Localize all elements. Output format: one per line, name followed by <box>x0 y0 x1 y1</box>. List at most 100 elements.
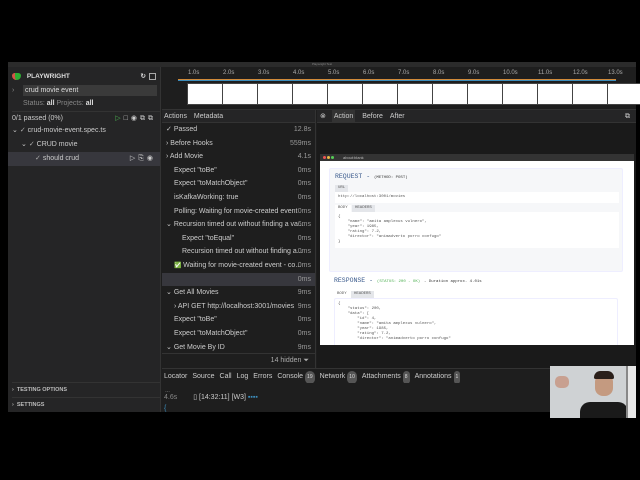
status-filter[interactable]: all <box>47 100 55 107</box>
response-body: { "status": 200, "data": [ "id": 4, "nam… <box>334 298 618 345</box>
tab-label: Network <box>319 373 346 380</box>
request-headers-tab[interactable]: HEADERS <box>352 205 375 212</box>
watch-icon[interactable]: ◉ <box>131 115 140 122</box>
response-body-tab[interactable]: BODY <box>334 291 350 298</box>
window-title: Playwright Test <box>311 62 333 66</box>
timeline-tick: 2.0s <box>223 70 235 76</box>
tab-call[interactable]: Call <box>220 370 232 383</box>
tab-action[interactable]: Action <box>331 110 356 122</box>
filmstrip-frame[interactable] <box>572 83 610 105</box>
action-label: Waiting for movie-created event - co... <box>183 262 302 269</box>
console-message: [14:32:11] [W3] <box>199 394 246 401</box>
url-tab[interactable]: URL <box>335 185 349 192</box>
action-duration: 0ms <box>297 330 311 337</box>
action-row[interactable]: Polling: Waiting for movie-created event… <box>162 205 315 219</box>
open-snapshot-icon[interactable]: ⧉ <box>625 110 630 122</box>
action-row[interactable]: › Add Movie 4.1s <box>162 150 315 164</box>
expand-filter-icon[interactable]: › <box>12 87 14 94</box>
action-label: Expect "toEqual" <box>182 234 235 242</box>
action-row[interactable]: ✅ Waiting for movie-created event - co..… <box>162 259 315 273</box>
action-row[interactable]: isKafkaWorking: true 0ms <box>162 191 315 205</box>
filmstrip-frame[interactable] <box>257 83 295 105</box>
tab-annotations[interactable]: Annotations 1 <box>415 370 461 383</box>
action-row[interactable]: › Before Hooks 559ms <box>162 137 315 151</box>
filmstrip-frame[interactable] <box>292 83 330 105</box>
timeline[interactable]: 1.0s 2.0s 3.0s 4.0s 5.0s 6.0s 7.0s 8.0s 9.0s 10.0… <box>162 67 640 110</box>
action-label: isKafkaWorking: true <box>174 194 239 201</box>
action-duration: 0ms <box>297 166 311 174</box>
filmstrip-frame[interactable] <box>397 83 435 105</box>
tree-item-label: crud-movie-event.spec.ts <box>27 127 106 134</box>
tab-after[interactable]: After <box>390 110 405 122</box>
tab-count-badge: 8 <box>402 371 410 383</box>
tab-log[interactable]: Log <box>237 370 249 383</box>
filmstrip-frame[interactable] <box>537 83 575 105</box>
action-duration: 9ms <box>297 289 311 297</box>
action-row[interactable]: Expect "toMatchObject" 0ms <box>162 177 315 191</box>
action-row[interactable]: › API GET http://localhost:3001/movies 9m… <box>162 300 315 314</box>
action-row[interactable]: 0ms <box>162 272 315 287</box>
action-row[interactable]: Recursion timed out without finding a...… <box>162 245 315 259</box>
filmstrip-frame[interactable] <box>607 83 640 105</box>
go-to-source-icon[interactable]: ⎘ <box>138 155 147 162</box>
tab-count-badge: 19 <box>305 371 315 383</box>
tab-errors[interactable]: Errors <box>253 370 272 383</box>
response-headers-tab[interactable]: HEADERS <box>351 291 374 298</box>
request-body-tab[interactable]: BODY <box>335 205 351 212</box>
action-row[interactable]: Expect "toMatchObject" 0ms <box>162 327 315 341</box>
filmstrip-frame[interactable] <box>432 83 470 105</box>
filter-icon[interactable]: ⏷ <box>303 357 309 364</box>
action-row[interactable]: ✓ Passed 12.8s <box>162 123 315 137</box>
pass-check-icon: ✓ <box>35 155 41 162</box>
filmstrip-frame[interactable] <box>222 83 260 105</box>
filmstrip-frame[interactable] <box>467 83 505 105</box>
tab-network[interactable]: Network 10 <box>320 370 357 383</box>
action-row[interactable]: ⌄ Recursion timed out without finding a … <box>162 218 315 232</box>
test-summary: 0/1 passed (0%) <box>12 115 63 122</box>
watch-test-icon[interactable]: ◉ <box>147 155 156 162</box>
tab-attachments[interactable]: Attachments 8 <box>362 370 410 383</box>
tab-label: Annotations <box>414 373 452 380</box>
reload-icon[interactable]: ↻ <box>141 70 146 83</box>
pick-locator-icon[interactable]: ⊗ <box>320 113 326 120</box>
console-color-blocks: ▪▪▪▪ <box>247 394 258 401</box>
action-row[interactable]: Expect "toBe" 0ms <box>162 313 315 327</box>
filmstrip-frame[interactable] <box>187 83 225 105</box>
tab-actions[interactable]: Actions <box>164 110 187 122</box>
timeline-tick: 12.0s <box>573 70 588 76</box>
action-row[interactable]: ⌄ Get All Movies 9ms <box>162 286 315 300</box>
tab-console[interactable]: Console 19 <box>277 370 315 383</box>
timeline-bar <box>178 79 616 81</box>
tab-source[interactable]: Source <box>192 370 214 383</box>
tab-label: Call <box>219 373 232 380</box>
action-label: Before Hooks <box>170 139 213 147</box>
tab-locator[interactable]: Locator <box>164 370 187 383</box>
tree-item-spec-file[interactable]: ⌄ ✓ crud-movie-event.spec.ts <box>12 124 160 138</box>
tab-before[interactable]: Before <box>362 110 383 122</box>
action-row[interactable]: Expect "toEqual" 0ms <box>162 232 315 246</box>
action-duration: 0ms <box>297 275 311 283</box>
timeline-tick: 4.0s <box>293 70 305 76</box>
brand-title: PLAYWRIGHT <box>26 73 70 80</box>
terminal-icon[interactable] <box>149 73 156 80</box>
request-title: REQUEST <box>335 173 363 180</box>
tab-metadata[interactable]: Metadata <box>194 110 223 122</box>
expand-all-icon[interactable]: ⧉ <box>148 115 156 122</box>
timeline-tick: 13.0s <box>608 70 623 76</box>
settings-section[interactable]: › SETTINGS <box>12 397 160 412</box>
projects-filter[interactable]: all <box>86 100 94 107</box>
action-label: Get Movie By ID <box>173 343 225 351</box>
filmstrip-frame[interactable] <box>502 83 540 105</box>
collapse-all-icon[interactable]: ⧉ <box>140 115 148 122</box>
action-label: Polling: Waiting for movie-created event <box>174 207 298 215</box>
run-all-icon[interactable]: ▷ <box>115 115 123 122</box>
action-row[interactable]: Expect "toBe" 0ms <box>162 164 315 178</box>
stop-icon[interactable]: □ <box>124 115 131 122</box>
action-label: Expect "toBe" <box>174 166 217 174</box>
tree-item-describe[interactable]: ⌄ ✓ CRUD movie <box>21 138 160 152</box>
filter-input[interactable]: crud movie event <box>23 85 157 96</box>
testing-options-section[interactable]: › TESTING OPTIONS <box>12 382 160 397</box>
filmstrip-frame[interactable] <box>362 83 400 105</box>
tree-item-test[interactable]: ✓ should crud ▷⎘◉ <box>8 152 160 166</box>
filmstrip-frame[interactable] <box>327 83 365 105</box>
